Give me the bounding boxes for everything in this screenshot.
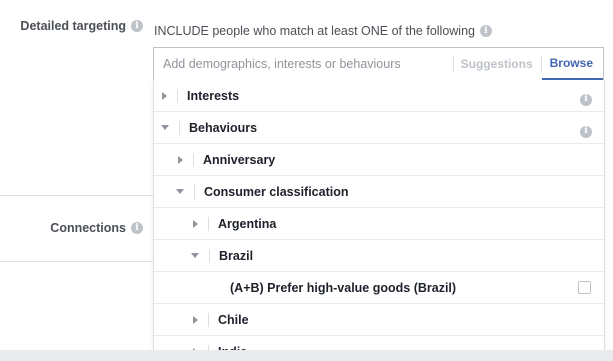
tree-divider [179,120,180,135]
browse-button[interactable]: Browse [541,48,603,80]
tree-divider [194,184,195,199]
tree-item-label: Consumer classification [204,184,349,199]
chevron-right-icon[interactable] [162,91,167,100]
tree-item-label: Argentina [218,216,277,231]
tree-item-anniversary[interactable]: Anniversary [154,144,604,176]
tree-item-behaviours[interactable]: Behaviours i [154,112,604,144]
info-icon[interactable]: i [580,93,592,106]
tree-item-brazil[interactable]: Brazil [154,240,604,272]
tree-item-label: Anniversary [203,152,276,167]
row-info: i [580,90,592,106]
info-icon[interactable]: i [480,25,492,37]
detailed-targeting-label: Detailed targeting i [20,19,143,33]
chevron-down-icon[interactable] [176,189,184,194]
include-description: INCLUDE people who match at least ONE of… [154,24,492,38]
tree-item-label: Interests [187,88,240,103]
tree-item-label: Chile [218,312,249,327]
info-icon[interactable]: i [131,20,143,32]
chevron-down-icon[interactable] [161,125,169,130]
chevron-right-icon[interactable] [193,315,198,324]
tree-divider [208,312,209,327]
search-actions: Suggestions Browse [452,48,603,80]
detailed-targeting-text: Detailed targeting [20,19,126,33]
tree-item-label: (A+B) Prefer high-value goods (Brazil) [230,280,457,295]
row-info: i [580,122,592,138]
connections-text: Connections [50,221,126,235]
include-text: INCLUDE people who match at least ONE of… [154,24,475,38]
connections-label: Connections i [50,221,143,235]
section-divider [0,195,154,196]
tree-item-argentina[interactable]: Argentina [154,208,604,240]
suggestions-button[interactable]: Suggestions [454,57,541,71]
search-input[interactable] [154,48,453,80]
info-icon[interactable]: i [131,222,143,234]
detailed-targeting-search: Suggestions Browse [153,47,604,81]
tree-divider [209,248,210,263]
chevron-down-icon[interactable] [191,253,199,258]
tree-divider [208,216,209,231]
browse-dropdown: Interests i Behaviours i Anniversary Con… [153,80,605,361]
tree-divider [193,152,194,167]
info-icon[interactable]: i [580,125,592,138]
tree-item-consumer-classification[interactable]: Consumer classification [154,176,604,208]
chevron-right-icon[interactable] [193,219,198,228]
select-checkbox[interactable] [578,281,591,294]
tree-item-label: Behaviours [189,120,258,135]
tree-item-chile[interactable]: Chile [154,304,604,336]
tree-item-label: Brazil [219,248,254,263]
tree-item-brazil-option[interactable]: (A+B) Prefer high-value goods (Brazil) [154,272,604,304]
chevron-right-icon[interactable] [178,155,183,164]
section-divider [0,261,154,262]
tree-item-interests[interactable]: Interests i [154,80,604,112]
bottom-strip [0,350,613,361]
tree-divider [177,88,178,103]
